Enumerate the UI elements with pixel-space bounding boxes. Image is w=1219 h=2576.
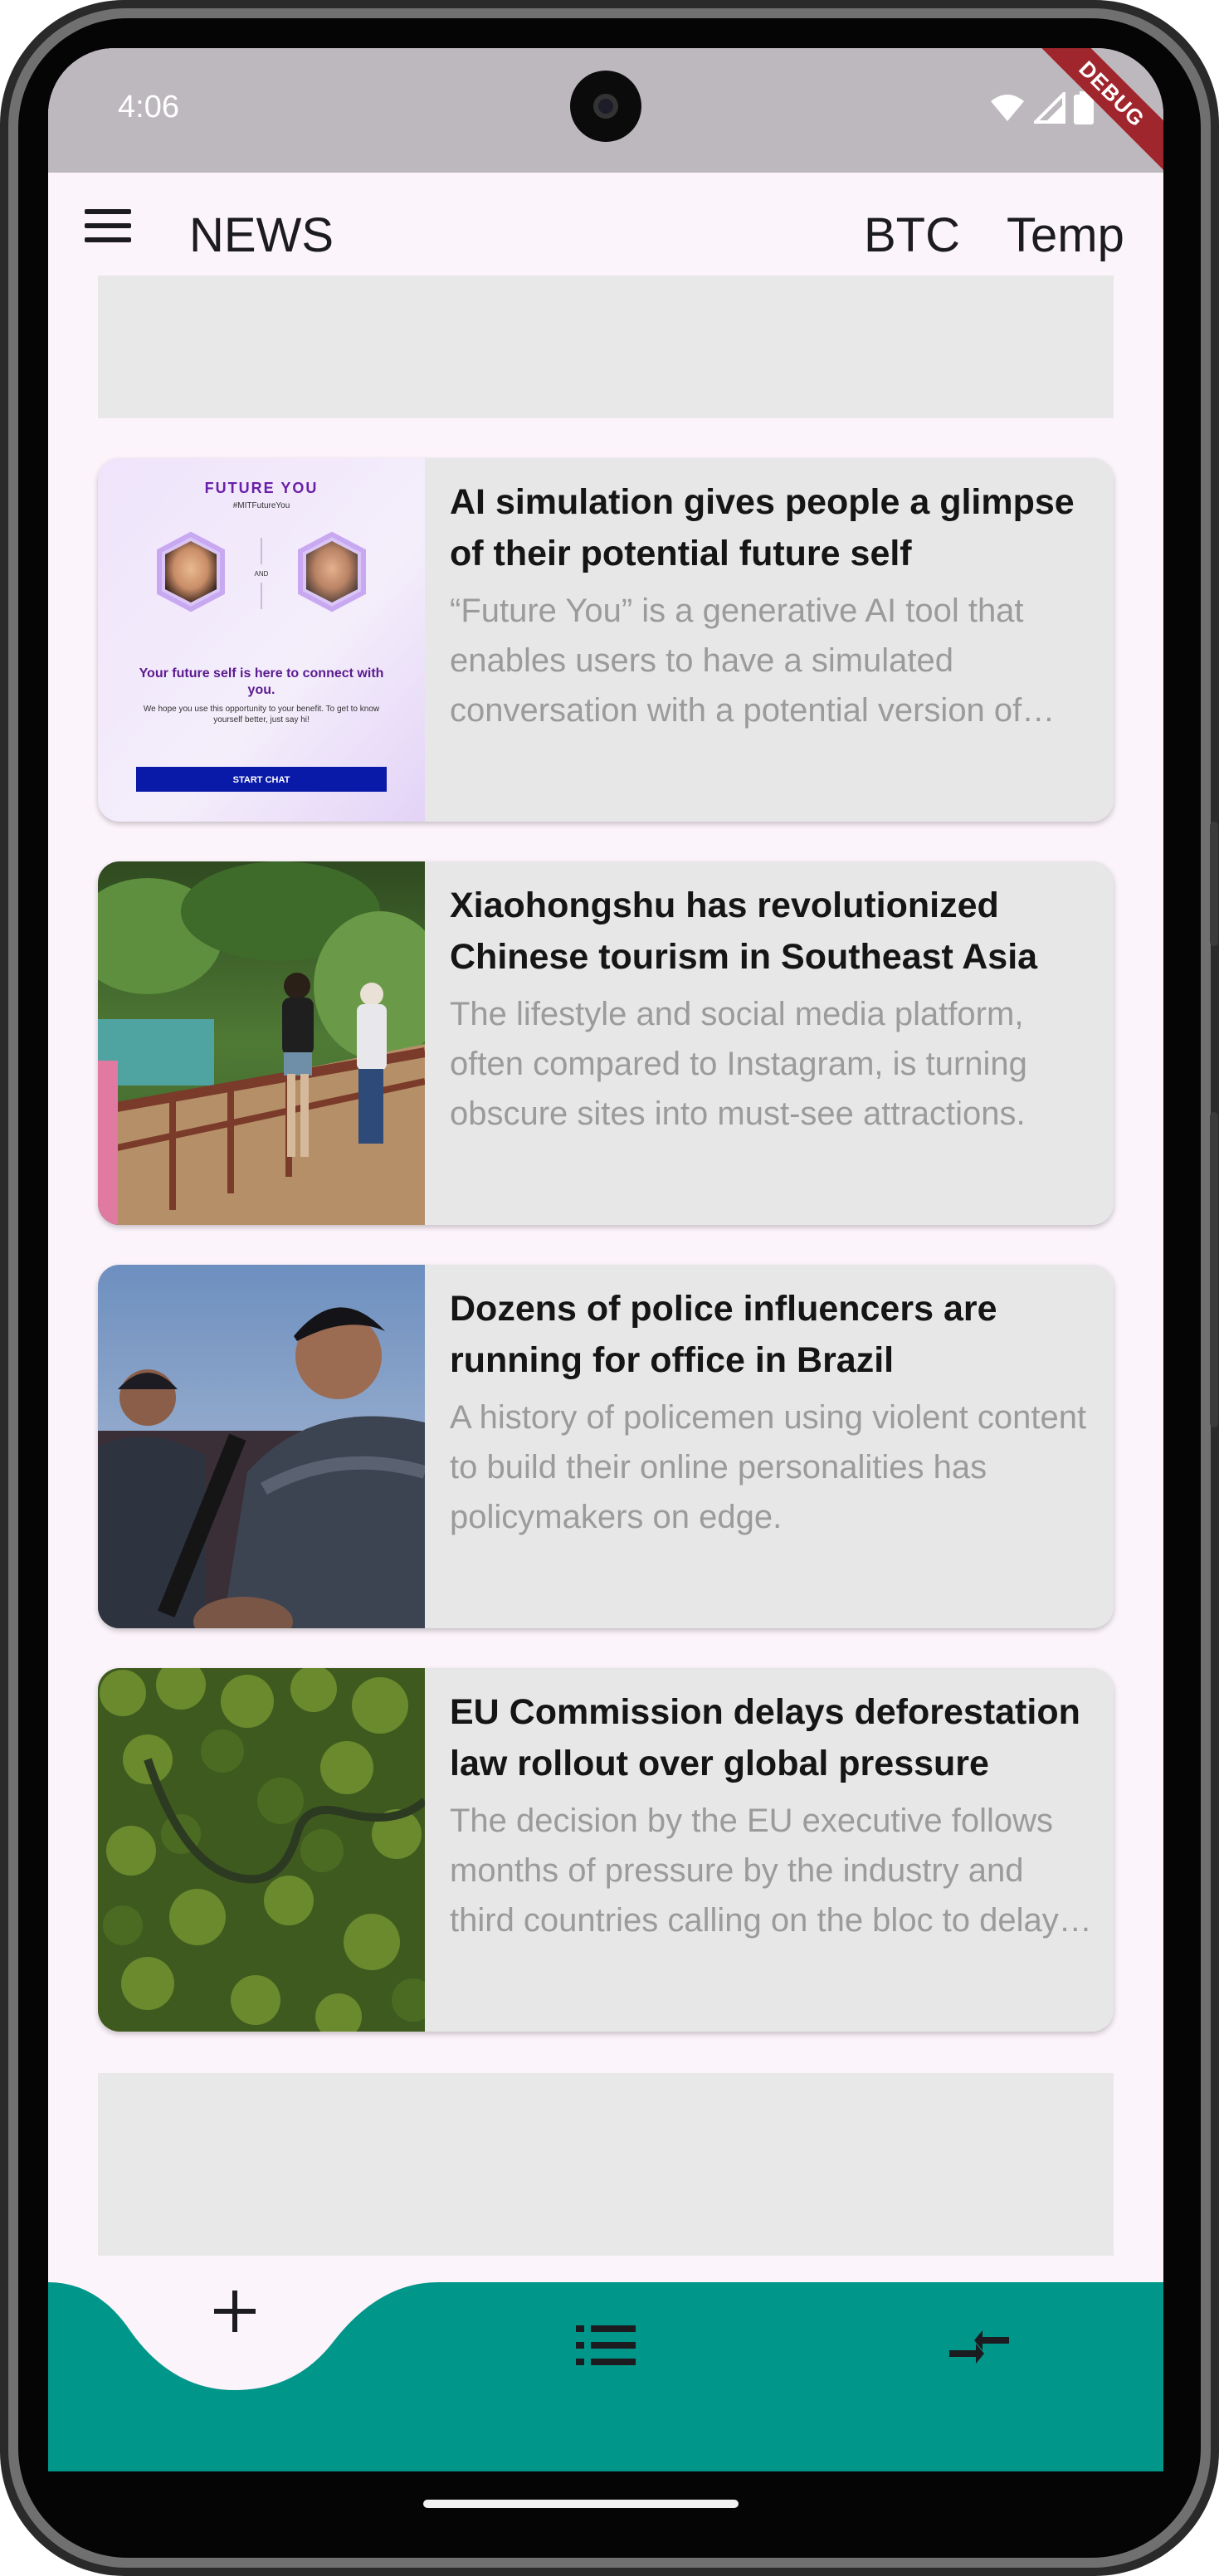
btc-button[interactable]: BTC: [864, 207, 960, 263]
top-placeholder-block: [98, 276, 1114, 418]
news-description: “Future You” is a generative AI tool tha…: [450, 593, 1024, 729]
status-bar: 4:06 DEBUG: [48, 48, 1163, 177]
thumb-tagline: Your future self is here to connect with…: [139, 666, 384, 697]
news-title: Xiaohongshu has revolutionized Chinese t…: [450, 886, 1038, 977]
thumb-start-chat: START CHAT: [233, 775, 290, 785]
news-card[interactable]: Xiaohongshu has revolutionized Chinese t…: [98, 861, 1114, 1225]
add-icon: [214, 2291, 256, 2332]
bottom-navigation-bar: [48, 2282, 1163, 2471]
add-nav-button[interactable]: [206, 2282, 264, 2340]
news-description: A history of policemen using violent con…: [450, 1399, 1087, 1535]
bottom-placeholder-block: [98, 2073, 1114, 2256]
news-card-text: Dozens of police influencers are running…: [450, 1283, 1097, 1542]
page-title: NEWS: [189, 208, 334, 262]
news-card-text: EU Commission delays deforestation law r…: [450, 1686, 1097, 1945]
front-camera: [570, 71, 641, 142]
status-icons: [989, 91, 1094, 124]
compare-arrows-icon: [949, 2330, 1009, 2364]
news-title: EU Commission delays deforestation law r…: [450, 1692, 1080, 1783]
status-time: 4:06: [118, 90, 179, 124]
list-icon: [576, 2325, 636, 2365]
news-thumbnail: [98, 861, 425, 1225]
news-card-text: AI simulation gives people a glimpse of …: [450, 476, 1097, 735]
home-indicator[interactable]: [423, 2500, 739, 2508]
thumb-hashtag: #MITFutureYou: [233, 501, 290, 510]
thumb-and-label: AND: [255, 570, 269, 578]
side-button-power: [1210, 822, 1218, 946]
news-card[interactable]: EU Commission delays deforestation law r…: [98, 1668, 1114, 2032]
news-description: The lifestyle and social media platform,…: [450, 996, 1027, 1132]
app-screen: 4:06 DEBUG NEWS BTC Temp FUTURE YOU #MIT…: [48, 48, 1163, 2471]
hamburger-menu-icon[interactable]: [85, 209, 131, 242]
news-thumbnail: [98, 1668, 425, 2032]
temp-button[interactable]: Temp: [1007, 207, 1124, 263]
news-thumbnail: FUTURE YOU #MITFutureYou AND Your future…: [98, 458, 425, 822]
signal-icon: [1034, 92, 1065, 124]
news-description: The decision by the EU executive follows…: [450, 1803, 1092, 1939]
wifi-icon: [991, 95, 1024, 121]
news-title: AI simulation gives people a glimpse of …: [450, 482, 1075, 573]
news-card-text: Xiaohongshu has revolutionized Chinese t…: [450, 880, 1097, 1139]
side-button-volume: [1210, 1112, 1218, 1427]
list-nav-button[interactable]: [576, 2320, 636, 2370]
news-card[interactable]: FUTURE YOU #MITFutureYou AND Your future…: [98, 458, 1114, 822]
thumb-heading: FUTURE YOU: [205, 480, 319, 496]
news-thumbnail: [98, 1265, 425, 1628]
news-title: Dozens of police influencers are running…: [450, 1289, 997, 1380]
news-card[interactable]: Dozens of police influencers are running…: [98, 1265, 1114, 1628]
app-bar: NEWS BTC Temp: [48, 173, 1163, 276]
thumb-fine-print: We hope you use this opportunity to your…: [143, 705, 380, 724]
compare-nav-button[interactable]: [946, 2314, 1012, 2380]
